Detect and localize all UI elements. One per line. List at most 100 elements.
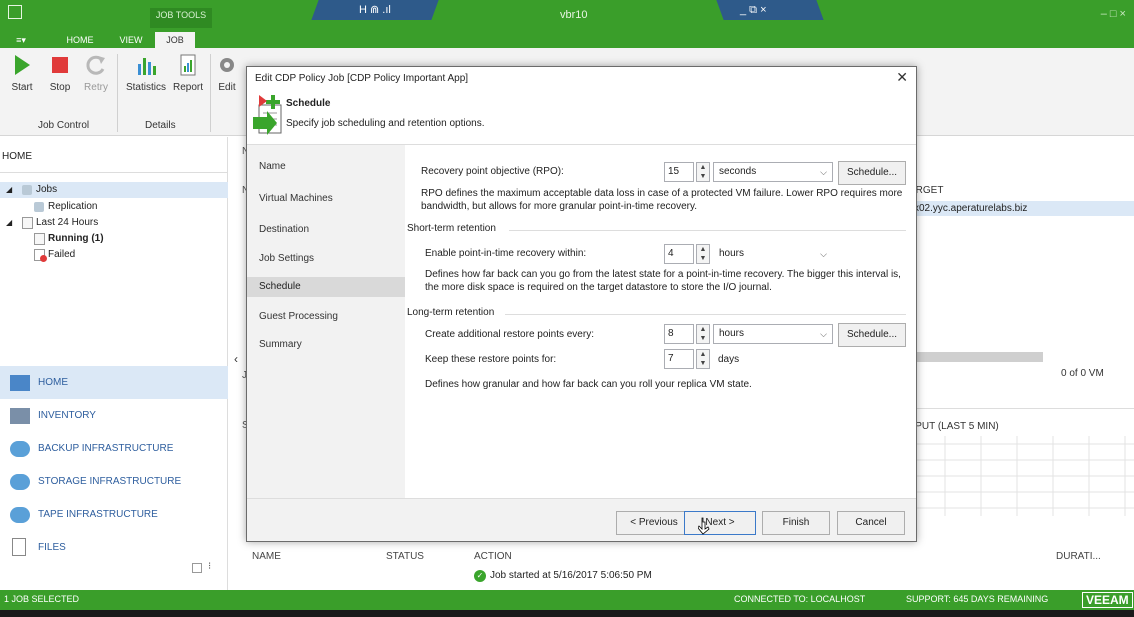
- horizontal-scrollbar[interactable]: [905, 352, 1043, 362]
- keep-label: Keep these restore points for:: [425, 354, 557, 365]
- files-icon: [12, 538, 26, 556]
- step-virtual-machines[interactable]: Virtual Machines: [259, 193, 333, 204]
- restore-points-label: Create additional restore points every:: [425, 329, 594, 340]
- edit-button[interactable]: Edit: [212, 54, 242, 93]
- step-guest-processing[interactable]: Guest Processing: [259, 311, 338, 322]
- tree-item-failed[interactable]: Failed: [0, 247, 228, 263]
- nav-home-label: HOME: [38, 377, 68, 388]
- name-column-header[interactable]: NAME: [252, 551, 281, 562]
- gear-icon: [220, 58, 234, 72]
- veeam-console-window: JOB TOOLS H ⋒ .ıl vbr10 _ ⧉ × – □ × ≡▾ H…: [0, 0, 1134, 617]
- jobs-icon: [22, 185, 32, 195]
- storage-infrastructure-icon: [10, 474, 30, 490]
- running-icon: [34, 233, 45, 245]
- nav-files-label: FILES: [38, 542, 66, 553]
- restore-points-stepper[interactable]: ▲ ▼: [696, 324, 710, 344]
- restore-schedule-button[interactable]: Schedule...: [838, 323, 906, 347]
- status-bar: 1 JOB SELECTED CONNECTED TO: LOCALHOST S…: [0, 590, 1134, 610]
- chevron-down-icon: ⌵: [820, 167, 827, 177]
- restore-points-unit-select[interactable]: hours ⌵: [713, 324, 833, 344]
- step-name[interactable]: Name: [259, 161, 286, 172]
- finish-button[interactable]: Finish: [762, 511, 830, 535]
- target-cell[interactable]: sx02.yyc.aperaturelabs.biz: [905, 201, 1134, 216]
- tree-item-last24[interactable]: ◢ Last 24 Hours: [0, 215, 228, 231]
- rpo-stepper[interactable]: ▲ ▼: [696, 162, 710, 182]
- nav-files[interactable]: FILES: [0, 531, 228, 564]
- retry-button[interactable]: Retry: [76, 54, 116, 93]
- nav-home[interactable]: HOME: [0, 366, 228, 399]
- restore-points-unit-value: hours: [719, 328, 745, 339]
- step-summary[interactable]: Summary: [259, 339, 302, 350]
- restore-points-input[interactable]: 8: [664, 324, 694, 344]
- duration-column-header[interactable]: DURATI...: [1056, 551, 1101, 562]
- start-button-label: Start: [11, 82, 33, 93]
- tab-view[interactable]: VIEW: [114, 32, 148, 48]
- tab-home[interactable]: HOME: [56, 32, 104, 48]
- nav-backup-infrastructure[interactable]: BACKUP INFRASTRUCTURE: [0, 432, 228, 465]
- tree-item-running[interactable]: Running (1): [0, 231, 228, 247]
- tree-item-jobs[interactable]: ◢ Jobs: [0, 182, 228, 198]
- step-destination[interactable]: Destination: [259, 224, 309, 235]
- rpo-schedule-button[interactable]: Schedule...: [838, 161, 906, 185]
- play-icon: [15, 55, 30, 75]
- window-title: vbr10: [560, 9, 588, 21]
- action-column-header[interactable]: ACTION: [474, 551, 512, 562]
- expand-arrow-icon: ◢: [6, 185, 13, 194]
- chevron-down-icon: ⌵: [820, 249, 827, 259]
- keep-stepper[interactable]: ▲ ▼: [696, 349, 710, 369]
- inventory-icon: [10, 408, 30, 424]
- report-button[interactable]: Report: [168, 54, 208, 93]
- step-subtitle: Specify job scheduling and retention opt…: [286, 118, 485, 129]
- next-button[interactable]: Next >: [684, 511, 756, 535]
- long-term-description: Defines how granular and how far back ca…: [425, 379, 752, 390]
- pit-input[interactable]: 4: [664, 244, 694, 264]
- success-check-icon: ✓: [474, 570, 486, 582]
- rpo-input[interactable]: 15: [664, 162, 694, 182]
- nav-tape-infrastructure[interactable]: TAPE INFRASTRUCTURE: [0, 498, 228, 531]
- tab-menu[interactable]: ≡▾: [4, 32, 38, 48]
- keep-input[interactable]: 7: [664, 349, 694, 369]
- dialog-footer: < Previous Next > Finish Cancel: [247, 498, 916, 541]
- status-column-header[interactable]: STATUS: [386, 551, 424, 562]
- stop-icon: [52, 57, 68, 73]
- selection-status: 1 JOB SELECTED: [4, 594, 80, 604]
- backup-infrastructure-icon: [10, 441, 30, 457]
- previous-button[interactable]: < Previous: [616, 511, 692, 535]
- window-controls[interactable]: – □ ×: [1101, 8, 1126, 20]
- remote-session-controls-label: _ ⧉ ×: [740, 4, 767, 16]
- target-column-header[interactable]: ARGET: [905, 185, 1134, 199]
- section-divider: [505, 314, 906, 315]
- configure-icon[interactable]: [192, 563, 202, 573]
- step-schedule[interactable]: Schedule: [247, 277, 405, 297]
- log-entry: Job started at 5/16/2017 5:06:50 PM: [490, 570, 652, 581]
- tree-item-replication-label: Replication: [48, 201, 98, 212]
- tree-item-replication[interactable]: Replication: [0, 199, 228, 215]
- throughput-label: HPUT (LAST 5 MIN): [908, 421, 999, 432]
- home-header: HOME: [0, 137, 228, 173]
- pit-unit-select[interactable]: hours ⌵: [713, 244, 833, 264]
- stop-button[interactable]: Stop: [40, 54, 80, 93]
- short-term-section-title: Short-term retention: [407, 223, 496, 234]
- throughput-grid: [905, 436, 1134, 516]
- rpo-unit-select[interactable]: seconds ⌵: [713, 162, 833, 182]
- schedule-wizard-icon: [253, 95, 282, 135]
- scroll-left-arrow[interactable]: ‹: [234, 352, 238, 366]
- tab-job[interactable]: JOB: [155, 32, 195, 48]
- ribbon-separator: [117, 54, 118, 132]
- start-button[interactable]: Start: [2, 54, 42, 93]
- pit-label: Enable point-in-time recovery within:: [425, 248, 587, 259]
- remote-session-controls[interactable]: _ ⧉ ×: [716, 0, 824, 20]
- step-job-settings[interactable]: Job Settings: [259, 253, 314, 264]
- pit-stepper[interactable]: ▲ ▼: [696, 244, 710, 264]
- remote-session-tab[interactable]: H ⋒ .ıl: [311, 0, 439, 20]
- app-icon[interactable]: [8, 5, 22, 19]
- nav-storage-infrastructure[interactable]: STORAGE INFRASTRUCTURE: [0, 465, 228, 498]
- statistics-button[interactable]: Statistics: [122, 54, 170, 93]
- more-icon[interactable]: ⁝: [208, 561, 211, 572]
- expand-arrow-icon: ◢: [6, 218, 13, 227]
- job-control-group-label: Job Control: [38, 120, 90, 131]
- close-icon[interactable]: ✕: [896, 69, 908, 86]
- divider: [905, 408, 1134, 409]
- cancel-button[interactable]: Cancel: [837, 511, 905, 535]
- nav-inventory[interactable]: INVENTORY: [0, 399, 228, 432]
